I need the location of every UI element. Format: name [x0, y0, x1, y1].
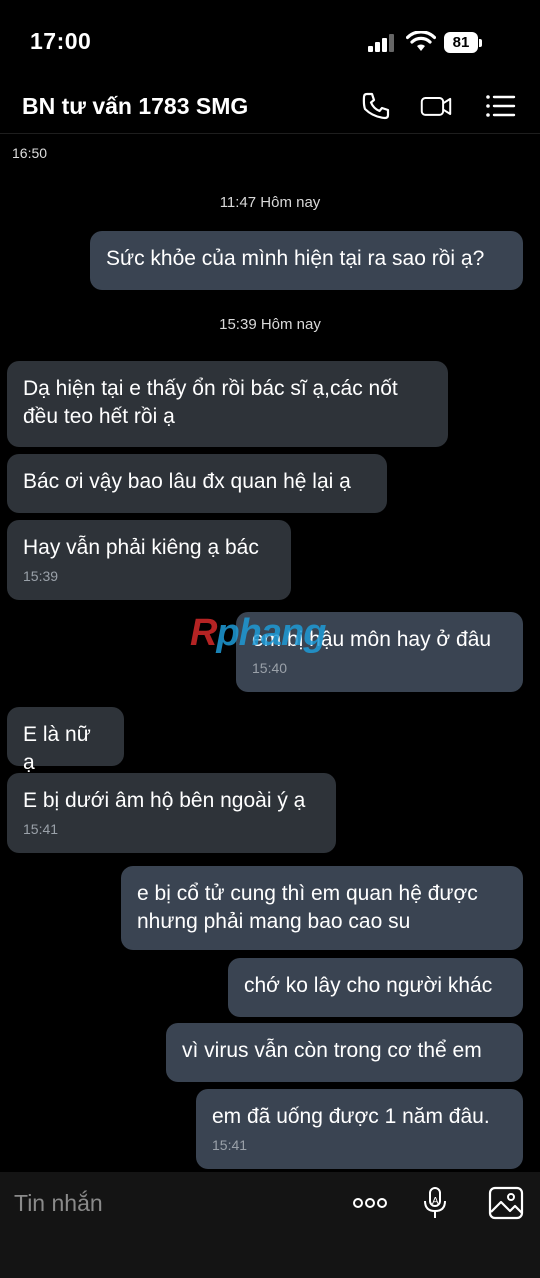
watermark-logo: Rphang — [190, 612, 326, 654]
composer-bar — [0, 1172, 540, 1278]
top-timestamp: 16:50 — [12, 145, 48, 161]
date-separator: 11:47 Hôm nay — [219, 194, 321, 211]
list-icon[interactable] — [484, 90, 516, 122]
microphone-icon[interactable]: A — [418, 1186, 454, 1220]
message-text: E bị dưới âm hộ bên ngoài ý ạ — [23, 789, 306, 812]
message-bubble-outgoing[interactable]: vì virus vẫn còn trong cơ thể em — [166, 1023, 523, 1082]
battery-level: 81 — [452, 34, 470, 51]
message-text: Dạ hiện tại e thấy ổn rồi bác sĩ ạ,các n… — [23, 377, 398, 428]
message-bubble-outgoing[interactable]: e bị cổ tử cung thì em quan hệ được nhưn… — [121, 866, 523, 950]
wifi-icon — [406, 31, 436, 51]
message-text: Hay vẫn phải kiêng ạ bác — [23, 536, 259, 559]
image-icon[interactable] — [488, 1186, 524, 1220]
message-time: 15:39 — [23, 568, 59, 584]
video-camera-icon[interactable] — [420, 90, 452, 122]
message-bubble-incoming[interactable]: E bị dưới âm hộ bên ngoài ý ạ 15:41 — [7, 773, 336, 853]
message-bubble-outgoing[interactable]: Sức khỏe của mình hiện tại ra sao rồi ạ? — [90, 231, 523, 290]
message-text: e bị cổ tử cung thì em quan hệ được nhưn… — [137, 882, 478, 933]
message-bubble-outgoing[interactable]: em đã uống được 1 năm đâu. 15:41 — [196, 1089, 523, 1169]
message-bubble-incoming[interactable]: Hay vẫn phải kiêng ạ bác 15:39 — [7, 520, 291, 600]
battery-icon: 81 — [444, 32, 482, 54]
more-dots-icon[interactable] — [352, 1186, 388, 1220]
status-time: 17:00 — [30, 28, 92, 54]
message-bubble-outgoing[interactable]: chớ ko lây cho người khác — [228, 958, 523, 1017]
cellular-signal-icon — [368, 34, 394, 52]
message-bubble-incoming[interactable]: Bác ơi vậy bao lâu đx quan hệ lại ạ — [7, 454, 387, 513]
message-time: 15:41 — [23, 821, 59, 837]
message-bubble-incoming[interactable]: E là nữ ạ — [7, 707, 124, 774]
message-text: E là nữ ạ — [23, 723, 91, 774]
message-text: Sức khỏe của mình hiện tại ra sao rồi ạ? — [106, 247, 485, 270]
message-time: 15:41 — [212, 1137, 248, 1153]
header-divider — [0, 133, 540, 134]
message-text: vì virus vẫn còn trong cơ thể em — [182, 1039, 482, 1062]
date-separator: 15:39 Hôm nay — [219, 316, 321, 333]
svg-text:A: A — [432, 1196, 439, 1207]
message-input[interactable]: Tin nhắn — [14, 1190, 103, 1217]
message-time: 15:40 — [252, 660, 288, 676]
message-text: chớ ko lây cho người khác — [244, 974, 493, 997]
message-bubble-incoming[interactable]: Dạ hiện tại e thấy ổn rồi bác sĩ ạ,các n… — [7, 361, 448, 447]
message-text: em đã uống được 1 năm đâu. — [212, 1105, 490, 1128]
message-text: Bác ơi vậy bao lâu đx quan hệ lại ạ — [23, 470, 351, 493]
phone-icon[interactable] — [360, 90, 392, 122]
chat-title[interactable]: BN tư vấn 1783 SMG — [22, 93, 248, 120]
